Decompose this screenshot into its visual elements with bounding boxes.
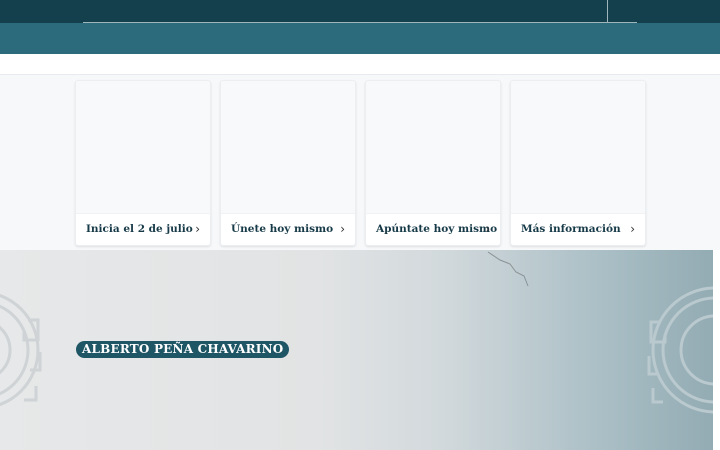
card-label: Inicia el 2 de julio <box>86 223 193 235</box>
author-name-badge: ALBERTO PEÑA CHAVARINO <box>76 341 290 358</box>
card-footer[interactable]: Inicia el 2 de julio › <box>76 213 210 245</box>
card-sign-up-today[interactable]: Apúntate hoy mismo › <box>365 80 501 246</box>
chevron-right-icon: › <box>340 222 345 236</box>
card-footer[interactable]: Apúntate hoy mismo › <box>366 213 500 245</box>
greek-key-ornament-right <box>647 286 713 414</box>
hero-right-edge <box>713 250 720 450</box>
card-more-info[interactable]: Más información › <box>510 80 646 246</box>
card-label: Más información <box>521 223 621 235</box>
card-label: Apúntate hoy mismo <box>376 223 498 235</box>
card-start-date[interactable]: Inicia el 2 de julio › <box>75 80 211 246</box>
secondary-header-band <box>0 23 720 54</box>
card-footer[interactable]: Únete hoy mismo › <box>221 213 355 245</box>
chevron-right-icon: › <box>485 222 490 236</box>
card-label: Únete hoy mismo <box>231 223 334 235</box>
chevron-right-icon: › <box>195 222 200 236</box>
header-spacer-bar <box>0 54 720 75</box>
card-join-today[interactable]: Únete hoy mismo › <box>220 80 356 246</box>
paper-texture-mark <box>487 251 529 287</box>
card-footer[interactable]: Más información › <box>511 213 645 245</box>
card-row: Inicia el 2 de julio › Únete hoy mismo ›… <box>0 75 720 250</box>
greek-key-ornament-left <box>0 293 42 407</box>
hero-banner: ALBERTO PEÑA CHAVARINO <box>0 250 713 450</box>
chevron-right-icon: › <box>630 222 635 236</box>
nav-vertical-divider <box>607 0 608 23</box>
top-navigation-bar <box>0 0 720 23</box>
